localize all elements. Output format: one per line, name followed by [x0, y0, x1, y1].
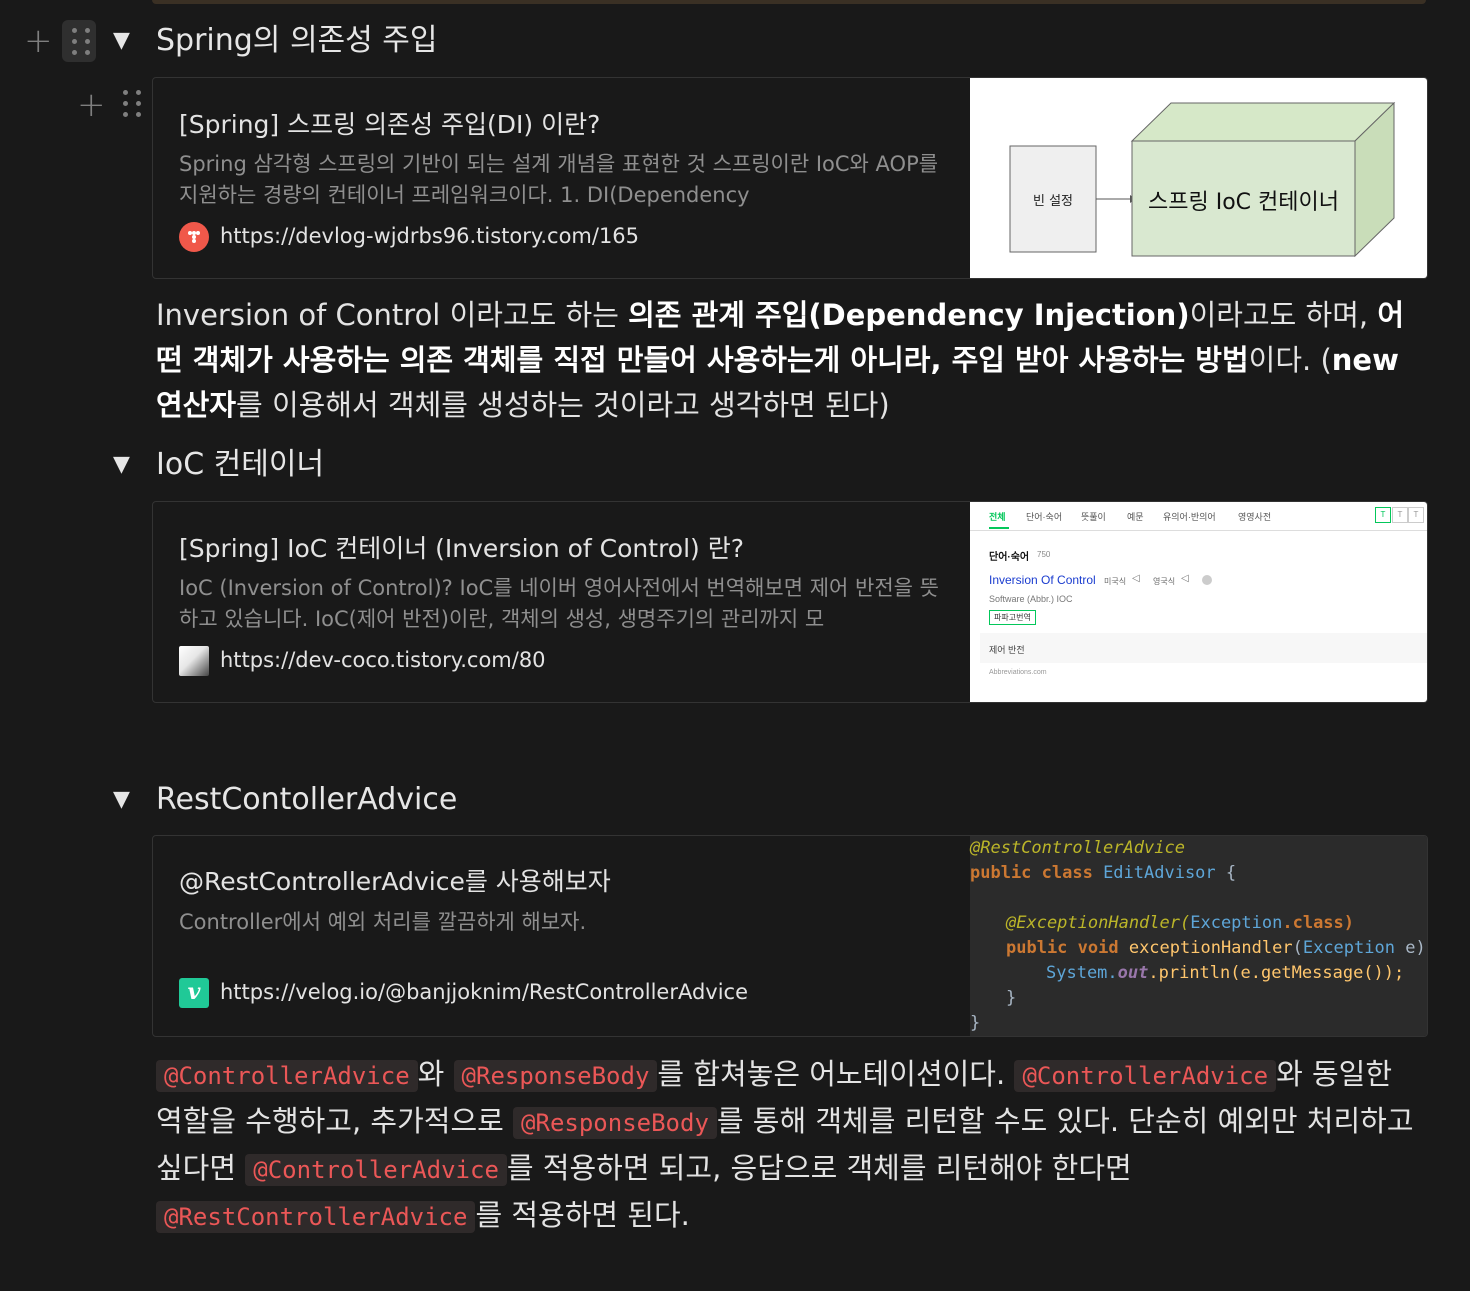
- bookmark-title: [Spring] 스프링 의존성 주입(DI) 이란?: [179, 110, 601, 139]
- previous-block-divider: [152, 0, 1426, 4]
- speaker-icon: ◁: [1181, 573, 1189, 584]
- bookmark-thumbnail: 빈 설정 스프링 IoC 컨테이너: [970, 78, 1427, 278]
- toggle-heading-spring-di[interactable]: Spring의 의존성 주입: [156, 21, 437, 61]
- thumb-tab-underline: [989, 527, 1009, 529]
- drag-handle-icon[interactable]: [62, 20, 96, 62]
- paragraph-di-explanation: Inversion of Control 이라고도 하는 의존 관계 주입(De…: [156, 298, 1405, 422]
- thumb-section-title: 단어·숙어: [989, 552, 1030, 563]
- add-icon: [1202, 575, 1212, 585]
- thumb-tab: 전체: [989, 512, 1006, 522]
- thumb-ioc-container-label: 스프링 IoC 컨테이너: [1148, 190, 1339, 215]
- inline-code: @ControllerAdvice: [156, 1060, 418, 1092]
- thumb-tab: 영영사전: [1238, 512, 1272, 522]
- thumb-term: Inversion Of Control: [989, 573, 1096, 587]
- add-block-plus-icon[interactable]: +: [24, 24, 53, 58]
- drag-handle-icon-2[interactable]: [123, 90, 143, 124]
- speaker-icon: ◁: [1132, 573, 1140, 584]
- code-line: public class EditAdvisor {: [970, 863, 1237, 883]
- thumb-pron-us: 미국식: [1104, 577, 1127, 586]
- code-line: }: [1006, 988, 1017, 1008]
- thumb-count: 750: [1037, 550, 1051, 559]
- inline-code: @ResponseBody: [513, 1107, 717, 1139]
- thumb-sub: Software (Abbr.) IOC: [989, 594, 1073, 604]
- code-line: public void exceptionHandler(Exception e…: [1006, 938, 1426, 958]
- thumb-tab: 뜻풀이: [1081, 512, 1106, 522]
- bookmark-thumbnail: 전체 단어·숙어 뜻풀이 예문 유의어·반의어 영영사전 T T T 단어·숙어…: [970, 502, 1427, 702]
- inline-code: @ResponseBody: [453, 1060, 658, 1092]
- thumb-font-toggle: T: [1392, 507, 1408, 523]
- thumb-font-toggle: T: [1375, 507, 1391, 523]
- thumb-tab: 유의어·반의어: [1163, 512, 1216, 522]
- thumb-meaning: 제어 반전: [989, 645, 1025, 655]
- toggle-triangle-icon[interactable]: ▼: [113, 30, 130, 52]
- bookmark-card-ioc[interactable]: [Spring] IoC 컨테이너 (Inversion of Control)…: [152, 501, 1428, 703]
- tistory-favicon: [179, 222, 209, 252]
- bookmark-description: IoC (Inversion of Control)? IoC를 네이버 영어사…: [179, 576, 939, 631]
- bookmark-description: Spring 삼각형 스프링의 기반이 되는 설계 개념을 표현한 것 스프링이…: [179, 152, 939, 207]
- bookmark-card-rest-controller-advice[interactable]: @RestControllerAdvice를 사용해보자 Controller에…: [152, 835, 1428, 1037]
- toggle-heading-rest-controller-advice[interactable]: RestContollerAdvice: [156, 780, 457, 820]
- thumb-pron-uk: 영국식: [1153, 577, 1176, 586]
- thumb-papago-button: 파파고번역: [989, 610, 1036, 625]
- inline-code: @RestControllerAdvice: [156, 1201, 476, 1233]
- inline-code: @ControllerAdvice: [1014, 1060, 1277, 1092]
- code-line: @RestControllerAdvice: [970, 838, 1185, 858]
- thumb-tab: 단어·숙어: [1026, 512, 1063, 522]
- thumb-bean-config-label: 빈 설정: [1032, 194, 1073, 209]
- code-line: @ExceptionHandler(Exception.class): [1006, 913, 1355, 933]
- thumb-font-toggle: T: [1408, 507, 1424, 523]
- add-block-plus-icon-2[interactable]: +: [77, 88, 106, 122]
- thumb-tab: 예문: [1127, 512, 1144, 522]
- bookmark-card-spring-di[interactable]: [Spring] 스프링 의존성 주입(DI) 이란? Spring 삼각형 스…: [152, 77, 1428, 279]
- bookmark-title: [Spring] IoC 컨테이너 (Inversion of Control)…: [179, 534, 745, 563]
- dev-coco-favicon: [179, 646, 209, 676]
- thumb-meaning-row: [980, 633, 1427, 663]
- bookmark-url: https://velog.io/@banjjoknim/RestControl…: [220, 980, 749, 1004]
- bookmark-thumbnail-code: @RestControllerAdvice public class EditA…: [970, 836, 1427, 1036]
- toggle-heading-ioc-container[interactable]: IoC 컨테이너: [156, 445, 324, 485]
- thumb-source: Abbreviations.com: [989, 669, 1047, 676]
- bookmark-description: Controller에서 예외 처리를 깔끔하게 해보자.: [179, 910, 587, 934]
- inline-code: @ControllerAdvice: [245, 1154, 507, 1186]
- velog-favicon: v: [179, 978, 209, 1008]
- code-line: System.out.println(e.getMessage());: [1046, 963, 1405, 983]
- bookmark-url: https://devlog-wjdrbs96.tistory.com/165: [220, 224, 640, 248]
- code-line: }: [970, 1013, 981, 1033]
- toggle-triangle-icon[interactable]: ▼: [113, 789, 130, 811]
- toggle-triangle-icon[interactable]: ▼: [113, 454, 130, 476]
- bookmark-url: https://dev-coco.tistory.com/80: [220, 648, 546, 672]
- paragraph-rest-controller-advice: @ControllerAdvice 와 @ResponseBody 를 합쳐놓은 어…: [156, 1057, 1414, 1233]
- bookmark-title: @RestControllerAdvice를 사용해보자: [179, 867, 611, 896]
